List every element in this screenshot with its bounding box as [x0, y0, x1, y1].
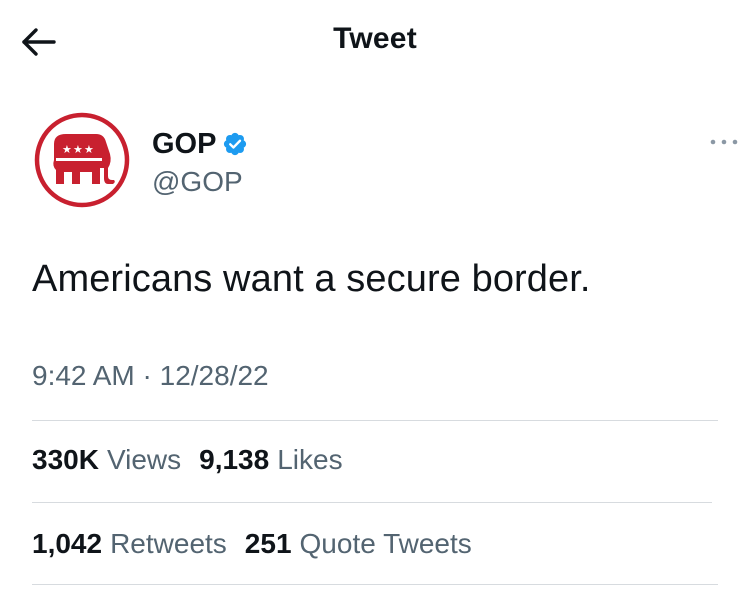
- views-stat[interactable]: 330K Views: [32, 444, 181, 476]
- svg-text:★: ★: [73, 143, 83, 156]
- author-row: ★ ★ ★ GOP @GOP: [32, 110, 738, 210]
- display-name-row: GOP: [152, 126, 248, 162]
- tweet-date[interactable]: 12/28/22: [160, 360, 269, 391]
- display-name[interactable]: GOP: [152, 128, 216, 161]
- likes-label: Likes: [277, 444, 343, 475]
- likes-stat[interactable]: 9,138 Likes: [199, 444, 342, 476]
- tweet-time[interactable]: 9:42 AM: [32, 360, 135, 391]
- quote-tweets-count: 251: [244, 528, 292, 559]
- stats-row-retweets-quotes: 1,042 Retweets 251 Quote Tweets: [32, 528, 490, 560]
- svg-text:★: ★: [62, 143, 72, 156]
- header: Tweet: [0, 0, 750, 82]
- republican-elephant-logo: ★ ★ ★: [33, 111, 131, 209]
- views-count: 330K: [32, 444, 99, 475]
- retweets-count: 1,042: [32, 528, 103, 559]
- stats-row-views-likes: 330K Views 9,138 Likes: [32, 444, 361, 476]
- tweet-detail-page: Tweet ★ ★ ★ GOP @GOP Americans want a se…: [0, 0, 750, 592]
- page-title: Tweet: [333, 22, 417, 55]
- author-handle[interactable]: @GOP: [152, 166, 248, 198]
- ellipsis-icon: [710, 139, 738, 145]
- avatar[interactable]: ★ ★ ★: [32, 110, 132, 210]
- verified-badge-icon: [222, 131, 248, 157]
- tweet-text: Americans want a secure border.: [32, 258, 591, 300]
- views-label: Views: [106, 444, 182, 475]
- retweets-label: Retweets: [110, 528, 227, 559]
- author-names: GOP @GOP: [152, 126, 248, 198]
- more-options-button[interactable]: [706, 130, 742, 154]
- quote-tweets-stat[interactable]: 251 Quote Tweets: [245, 528, 472, 560]
- tweet-timestamp: 9:42 AM · 12/28/22: [32, 360, 269, 392]
- svg-text:★: ★: [84, 143, 94, 156]
- divider: [32, 420, 718, 421]
- quote-tweets-label: Quote Tweets: [299, 528, 472, 559]
- likes-count: 9,138: [199, 444, 270, 475]
- retweets-stat[interactable]: 1,042 Retweets: [32, 528, 227, 560]
- divider: [32, 502, 712, 503]
- divider: [32, 584, 718, 585]
- timestamp-separator: ·: [142, 360, 152, 391]
